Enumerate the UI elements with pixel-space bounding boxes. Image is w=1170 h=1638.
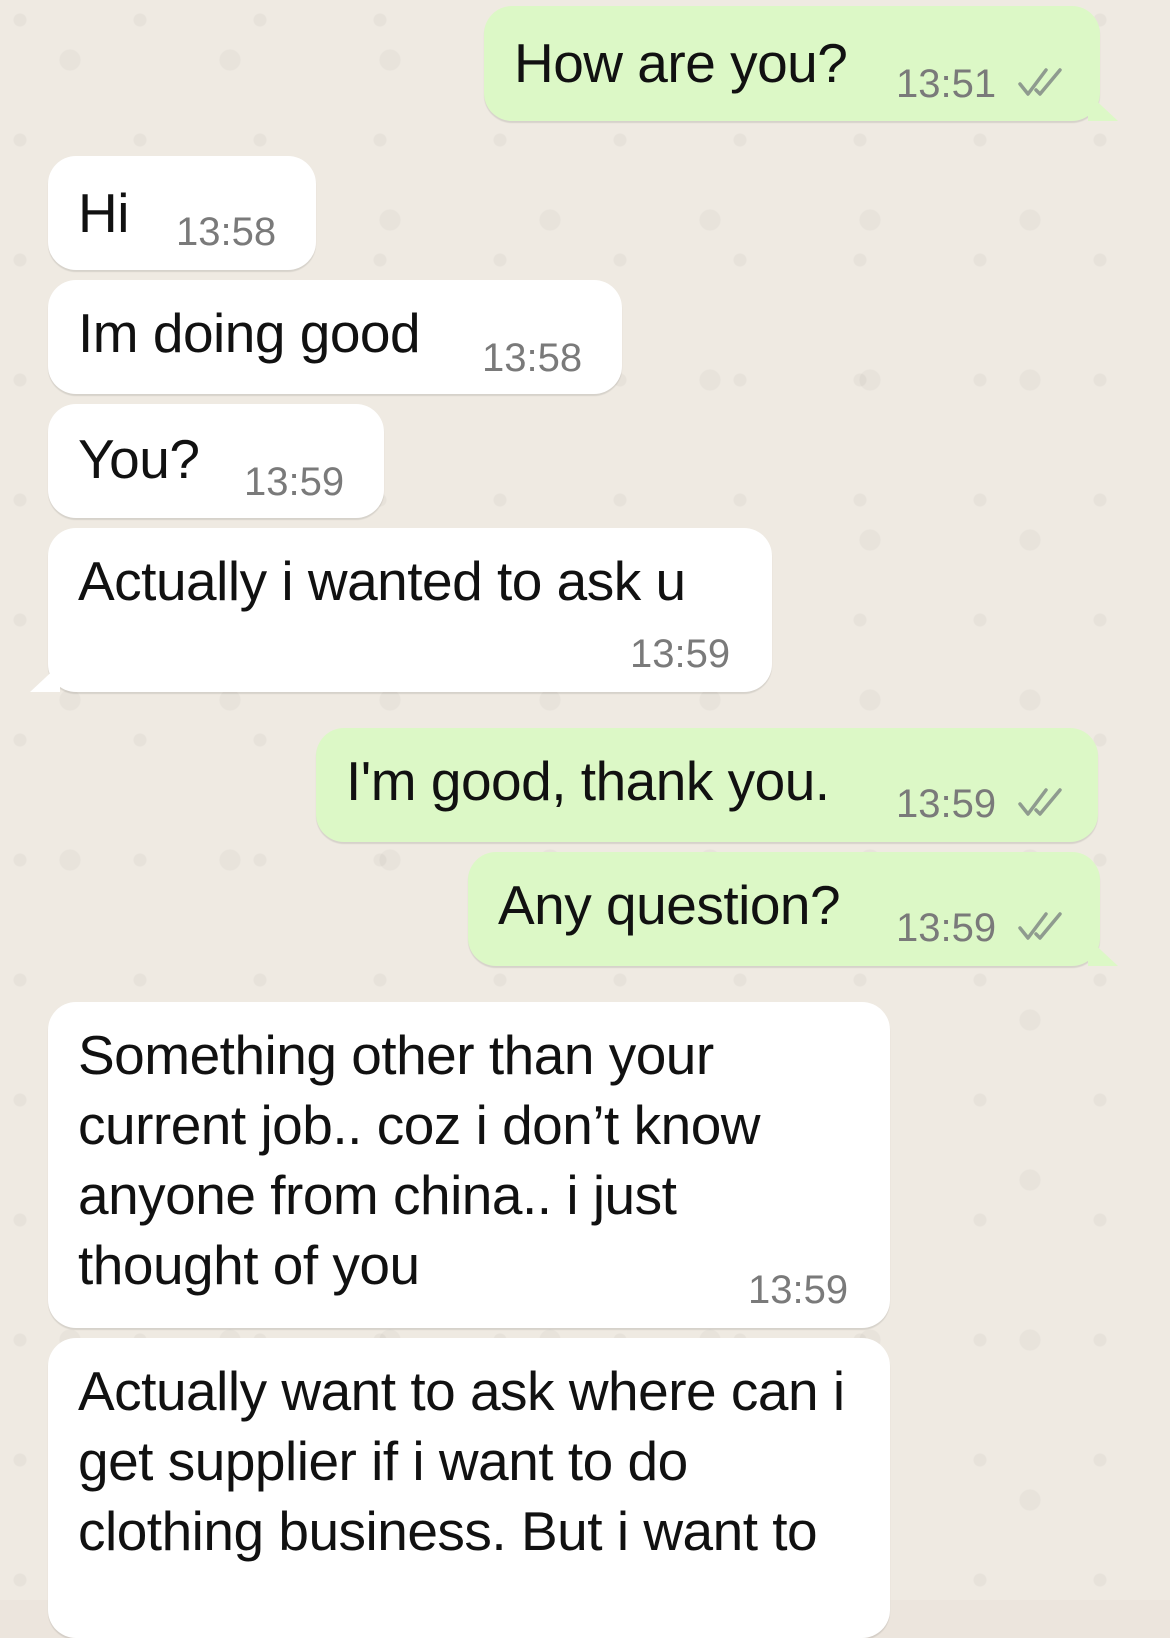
message-text: Hi — [78, 182, 129, 244]
message-text: You? — [78, 428, 200, 490]
message-time: 13:59 — [748, 1268, 849, 1312]
message-text: Any question? — [498, 874, 841, 936]
message-text: Actually want to ask where can i get sup… — [78, 1360, 860, 1562]
chat-message-list[interactable]: How are you? 13:51 Hi 13:58 Im doing goo… — [0, 0, 1170, 1638]
message-time: 13:59 — [630, 632, 731, 676]
message-time: 13:59 — [244, 460, 345, 504]
message-text: How are you? — [514, 32, 848, 94]
message-time: 13:58 — [176, 210, 277, 254]
message-bubble-incoming[interactable]: Actually i wanted to ask u 13:59 — [48, 528, 772, 692]
message-bubble-outgoing[interactable]: How are you? 13:51 — [484, 6, 1100, 121]
message-time: 13:59 — [896, 782, 997, 826]
message-bubble-outgoing[interactable]: Any question? 13:59 — [468, 852, 1100, 966]
message-time: 13:59 — [896, 906, 997, 950]
message-time: 13:51 — [896, 62, 997, 106]
double-check-icon — [1018, 788, 1062, 816]
double-check-icon — [1018, 68, 1062, 96]
message-bubble-incoming[interactable]: Im doing good 13:58 — [48, 280, 622, 394]
message-bubble-incoming[interactable]: You? 13:59 — [48, 404, 384, 518]
message-bubble-incoming[interactable]: Something other than your current job.. … — [48, 1002, 890, 1328]
message-time: 13:58 — [482, 336, 583, 380]
message-bubble-outgoing[interactable]: I'm good, thank you. 13:59 — [316, 728, 1098, 842]
double-check-icon — [1018, 912, 1062, 940]
message-text: I'm good, thank you. — [346, 750, 830, 812]
message-bubble-incoming[interactable]: Hi 13:58 — [48, 156, 316, 270]
message-text: Im doing good — [78, 302, 421, 364]
message-text: Actually i wanted to ask u — [78, 550, 686, 612]
message-text: Something other than your current job.. … — [78, 1024, 775, 1296]
message-bubble-incoming[interactable]: Actually want to ask where can i get sup… — [48, 1338, 890, 1638]
